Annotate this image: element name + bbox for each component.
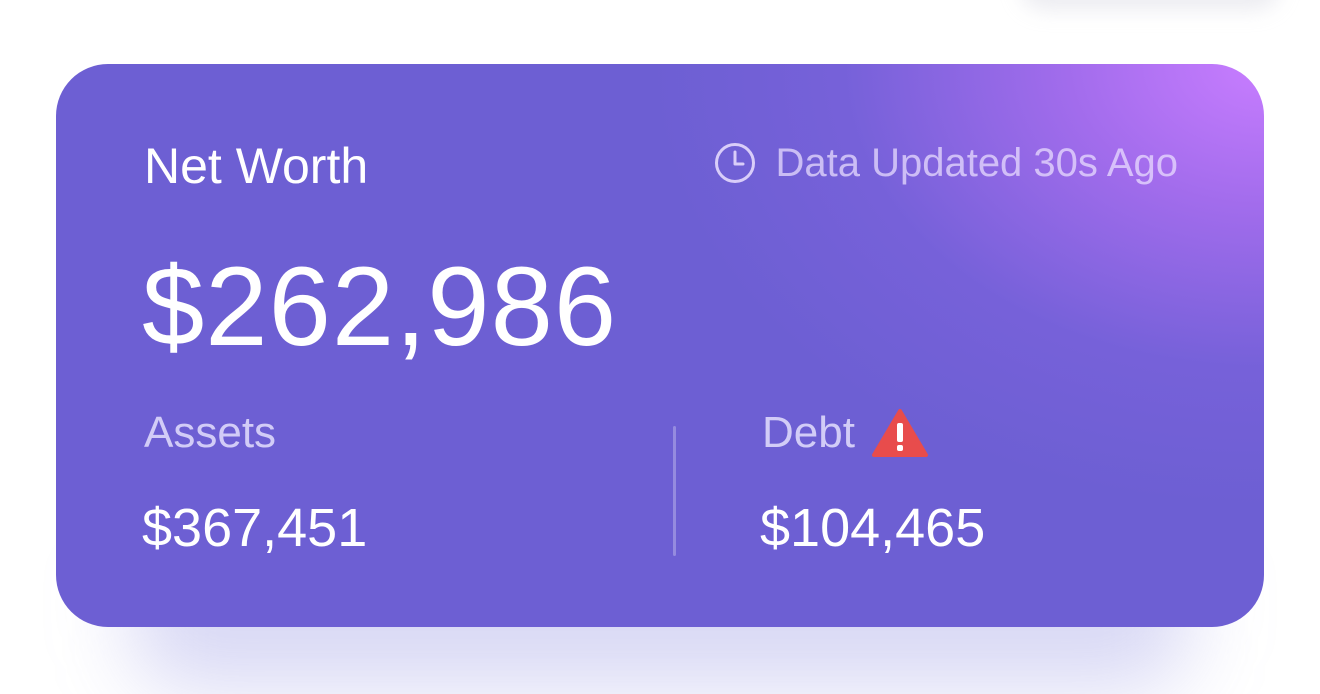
clock-icon	[713, 141, 757, 185]
warning-triangle-icon[interactable]	[871, 408, 929, 458]
assets-value: $367,451	[142, 498, 368, 558]
data-updated-status: Data Updated 30s Ago	[713, 138, 1178, 188]
divider	[673, 426, 676, 556]
assets-label: Assets	[144, 408, 277, 457]
debt-value: $104,465	[760, 498, 986, 558]
page: Net Worth Data Updated 30s Ago $262,986 …	[0, 0, 1320, 694]
net-worth-value: $262,986	[142, 244, 618, 369]
card-title: Net Worth	[144, 138, 369, 194]
background-shape	[1020, 0, 1280, 10]
debt-label-group: Debt	[762, 406, 929, 460]
net-worth-card[interactable]: Net Worth Data Updated 30s Ago $262,986 …	[56, 64, 1264, 627]
debt-label: Debt	[762, 408, 855, 457]
data-updated-text: Data Updated 30s Ago	[775, 141, 1178, 185]
